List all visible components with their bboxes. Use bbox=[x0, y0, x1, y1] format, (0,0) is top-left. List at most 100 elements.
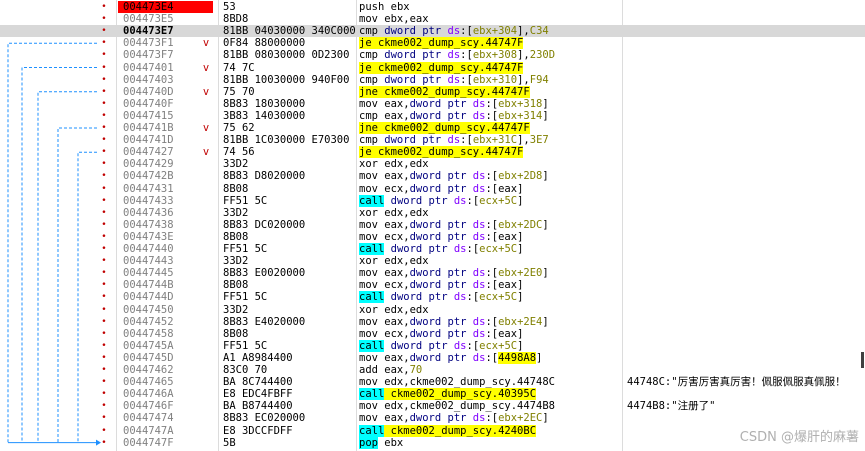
instruction-row[interactable]: • 00447433 FF51 5C call dword ptr ds:[ecx+5… bbox=[0, 194, 865, 207]
instruction-row[interactable]: • 00447452 8B83 E4020000 mov eax,dword ptr … bbox=[0, 316, 865, 328]
instruction-disassembly[interactable]: xor edx,edx bbox=[359, 207, 621, 219]
instruction-disassembly[interactable]: call dword ptr ds:[ecx+5C] bbox=[359, 291, 621, 304]
breakpoint-dot[interactable]: • bbox=[100, 98, 108, 110]
instruction-disassembly[interactable]: je ckme002_dump_scy.44747F bbox=[359, 61, 621, 74]
instruction-row[interactable]: • 004473F1 v 0F84 88000000 je ckme002_dump_s… bbox=[0, 37, 865, 50]
breakpoint-dot[interactable]: • bbox=[100, 243, 108, 255]
instruction-address[interactable]: 0044747F bbox=[118, 437, 213, 449]
breakpoint-dot[interactable]: • bbox=[100, 49, 108, 61]
instruction-disassembly[interactable]: je ckme002_dump_scy.44747F bbox=[359, 146, 621, 159]
instruction-address[interactable]: 0044744B bbox=[118, 279, 213, 291]
instruction-address[interactable]: 00447438 bbox=[118, 219, 213, 231]
breakpoint-dot[interactable]: • bbox=[100, 1, 108, 13]
breakpoint-dot[interactable]: • bbox=[100, 146, 108, 158]
instruction-disassembly[interactable]: je ckme002_dump_scy.44747F bbox=[359, 37, 621, 50]
instruction-row[interactable]: • 0044746F BA B8744400 mov edx,ckme002_dump… bbox=[0, 400, 865, 412]
instruction-row[interactable]: • 00447438 8B83 DC020000 mov eax,dword ptr … bbox=[0, 219, 865, 231]
instruction-row[interactable]: • 00447427 v 74 56 je ckme002_dump_scy.44747… bbox=[0, 146, 865, 159]
instruction-disassembly[interactable]: mov eax,dword ptr ds:[4498A8] bbox=[359, 351, 621, 364]
instruction-address[interactable]: 0044745D bbox=[118, 352, 213, 364]
instruction-address[interactable]: 004473F7 bbox=[118, 49, 213, 61]
instruction-address[interactable]: 00447429 bbox=[118, 158, 213, 170]
instruction-address[interactable]: 0044747A bbox=[118, 425, 213, 437]
instruction-disassembly[interactable]: pop ebx bbox=[359, 436, 621, 449]
breakpoint-dot[interactable]: • bbox=[100, 304, 108, 316]
breakpoint-dot[interactable]: • bbox=[100, 279, 108, 291]
instruction-disassembly[interactable]: mov edx,ckme002_dump_scy.44748C bbox=[359, 376, 621, 388]
instruction-disassembly[interactable]: mov ebx,eax bbox=[359, 13, 621, 25]
instruction-row[interactable]: • 004473E4 53 push ebx bbox=[0, 1, 865, 13]
breakpoint-dot[interactable]: • bbox=[100, 291, 108, 303]
instruction-disassembly[interactable]: cmp eax,dword ptr ds:[ebx+314] bbox=[359, 110, 621, 122]
instruction-address[interactable]: 00447450 bbox=[118, 304, 213, 316]
instruction-disassembly[interactable]: cmp dword ptr ds:[ebx+308],230D bbox=[359, 49, 621, 61]
instruction-address[interactable]: 004473E4 bbox=[118, 1, 213, 13]
instruction-address[interactable]: 0044741D bbox=[118, 134, 213, 146]
instruction-row[interactable]: • 004473E7 81BB 04030000 340C000 cmp dword … bbox=[0, 25, 865, 38]
breakpoint-dot[interactable]: • bbox=[100, 195, 108, 207]
instruction-disassembly[interactable]: call ckme002_dump_scy.4240BC bbox=[359, 424, 621, 437]
instruction-disassembly[interactable]: call dword ptr ds:[ecx+5C] bbox=[359, 339, 621, 352]
instruction-address[interactable]: 0044743E bbox=[118, 231, 213, 243]
instruction-address[interactable]: 00447474 bbox=[118, 412, 213, 424]
breakpoint-dot[interactable]: • bbox=[100, 231, 108, 243]
breakpoint-dot[interactable]: • bbox=[100, 207, 108, 219]
instruction-row[interactable]: • 0044744B 8B08 mov ecx,dword ptr ds:[eax] bbox=[0, 279, 865, 291]
breakpoint-dot[interactable]: • bbox=[100, 134, 108, 146]
instruction-row[interactable]: • 004473F7 81BB 08030000 0D2300 cmp dword p… bbox=[0, 49, 865, 61]
breakpoint-dot[interactable]: • bbox=[100, 170, 108, 182]
breakpoint-dot[interactable]: • bbox=[100, 340, 108, 352]
breakpoint-dot[interactable]: • bbox=[100, 388, 108, 400]
breakpoint-dot[interactable]: • bbox=[100, 62, 108, 74]
breakpoint-dot[interactable]: • bbox=[100, 122, 108, 134]
instruction-address[interactable]: 00447458 bbox=[118, 328, 213, 340]
instruction-row[interactable]: • 00447436 33D2 xor edx,edx bbox=[0, 207, 865, 219]
breakpoint-dot[interactable]: • bbox=[100, 412, 108, 424]
instruction-address[interactable]: 0044746A bbox=[118, 388, 213, 400]
instruction-disassembly[interactable]: cmp dword ptr ds:[ebx+31C],3E7 bbox=[359, 134, 621, 146]
instruction-row[interactable]: • 00447465 BA 8C744400 mov edx,ckme002_dump… bbox=[0, 376, 865, 388]
instruction-row[interactable]: • 0044747F 5B pop ebx bbox=[0, 436, 865, 449]
instruction-disassembly[interactable]: mov edx,ckme002_dump_scy.4474B8 bbox=[359, 400, 621, 412]
instruction-disassembly[interactable]: mov eax,dword ptr ds:[ebx+2E4] bbox=[359, 316, 621, 328]
breakpoint-dot[interactable]: • bbox=[100, 37, 108, 49]
breakpoint-dot[interactable]: • bbox=[100, 158, 108, 170]
instruction-row[interactable]: • 0044747A E8 3DCCFDFF call ckme002_dump_sc… bbox=[0, 424, 865, 437]
breakpoint-dot[interactable]: • bbox=[100, 316, 108, 328]
instruction-address[interactable]: 0044744D bbox=[118, 291, 213, 303]
instruction-address[interactable]: 004473E7 bbox=[118, 25, 213, 37]
instruction-disassembly[interactable]: mov eax,dword ptr ds:[ebx+318] bbox=[359, 98, 621, 110]
instruction-row[interactable]: • 00447462 83C0 70 add eax,70 bbox=[0, 364, 865, 376]
instruction-row[interactable]: • 0044742B 8B83 D8020000 mov eax,dword ptr … bbox=[0, 170, 865, 182]
scrollbar-thumb[interactable] bbox=[861, 352, 864, 368]
instruction-address[interactable]: 00447440 bbox=[118, 243, 213, 255]
instruction-disassembly[interactable]: call dword ptr ds:[ecx+5C] bbox=[359, 243, 621, 255]
instruction-row[interactable]: • 00447458 8B08 mov ecx,dword ptr ds:[eax] bbox=[0, 328, 865, 340]
breakpoint-dot[interactable]: • bbox=[100, 328, 108, 340]
instruction-row[interactable]: • 00447474 8B83 EC020000 mov eax,dword ptr … bbox=[0, 412, 865, 424]
instruction-address[interactable]: 00447433 bbox=[118, 195, 213, 207]
instruction-address[interactable]: 00447465 bbox=[118, 376, 213, 388]
instruction-address[interactable]: 0044742B bbox=[118, 170, 213, 182]
instruction-row[interactable]: • 0044740F 8B83 18030000 mov eax,dword ptr … bbox=[0, 98, 865, 110]
instruction-disassembly[interactable]: mov ecx,dword ptr ds:[eax] bbox=[359, 328, 621, 340]
instruction-disassembly[interactable]: cmp dword ptr ds:[ebx+304],C34 bbox=[359, 25, 621, 37]
instruction-disassembly[interactable]: xor edx,edx bbox=[359, 304, 621, 316]
instruction-row[interactable]: • 0044745A FF51 5C call dword ptr ds:[ecx+5… bbox=[0, 339, 865, 352]
breakpoint-dot[interactable]: • bbox=[100, 183, 108, 195]
breakpoint-dot[interactable]: • bbox=[100, 13, 108, 25]
breakpoint-dot[interactable]: • bbox=[100, 110, 108, 122]
instruction-address[interactable]: 0044745A bbox=[118, 340, 213, 352]
instruction-row[interactable]: • 0044741D 81BB 1C030000 E70300 cmp dword p… bbox=[0, 134, 865, 146]
instruction-row[interactable]: • 00447443 33D2 xor edx,edx bbox=[0, 255, 865, 267]
instruction-row[interactable]: • 00447445 8B83 E0020000 mov eax,dword ptr … bbox=[0, 267, 865, 279]
instruction-disassembly[interactable]: cmp dword ptr ds:[ebx+310],F94 bbox=[359, 74, 621, 86]
breakpoint-dot[interactable]: • bbox=[100, 425, 108, 437]
instruction-row[interactable]: • 00447415 3B83 14030000 cmp eax,dword ptr … bbox=[0, 110, 865, 122]
instruction-row[interactable]: • 00447431 8B08 mov ecx,dword ptr ds:[eax] bbox=[0, 183, 865, 195]
instruction-address[interactable]: 00447415 bbox=[118, 110, 213, 122]
instruction-row[interactable]: • 0044741B v 75 62 jne ckme002_dump_scy.4474… bbox=[0, 122, 865, 134]
instruction-row[interactable]: • 00447403 81BB 10030000 940F00 cmp dword p… bbox=[0, 74, 865, 86]
instruction-address[interactable]: 00447452 bbox=[118, 316, 213, 328]
instruction-row[interactable]: • 00447401 v 74 7C je ckme002_dump_scy.44747… bbox=[0, 61, 865, 74]
